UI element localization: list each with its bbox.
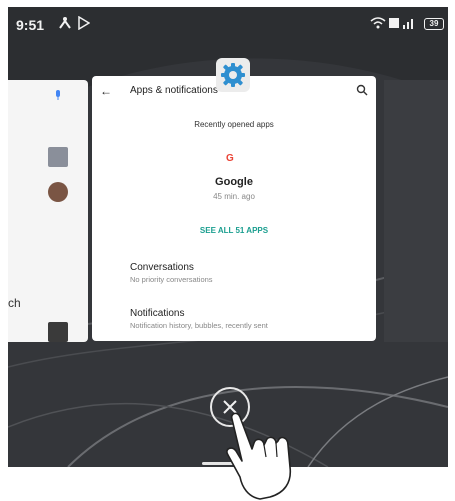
recent-app-card-settings[interactable]: ← Apps & notifications Recently opened a… xyxy=(92,76,376,341)
recent-app-time: 45 min. ago xyxy=(213,192,255,201)
back-arrow-icon[interactable]: ← xyxy=(100,84,112,98)
partial-text: ch xyxy=(8,296,21,310)
signal-icon xyxy=(403,19,413,29)
usb-debug-icon xyxy=(59,17,71,29)
recents-screen: 9:51 39 ch ← Apps & notifications Recent… xyxy=(8,7,448,467)
setting-title: Notifications xyxy=(130,308,185,319)
sim-icon xyxy=(389,18,399,28)
settings-app-icon[interactable] xyxy=(216,58,250,92)
mic-icon xyxy=(56,90,60,100)
conversations-setting[interactable]: Conversations No priority conversations xyxy=(130,262,360,284)
tap-hand-icon xyxy=(226,412,292,500)
setting-subtitle: Notification history, bubbles, recently … xyxy=(130,321,268,330)
status-time: 9:51 xyxy=(16,17,45,33)
setting-title: Conversations xyxy=(130,262,194,273)
recent-app-name[interactable]: Google xyxy=(92,176,376,188)
battery-icon: 39 xyxy=(424,18,444,30)
recent-apps-heading: Recently opened apps xyxy=(194,120,274,129)
status-bar: 9:51 39 xyxy=(8,7,448,41)
recent-app-card-previous[interactable]: ch xyxy=(8,80,88,342)
wifi-icon xyxy=(370,17,386,29)
gear-icon xyxy=(221,63,245,87)
contact-thumbnail xyxy=(48,182,68,202)
setting-subtitle: No priority conversations xyxy=(130,275,213,284)
google-app-icon[interactable]: G xyxy=(226,153,234,164)
see-all-apps-button[interactable]: SEE ALL 51 APPS xyxy=(92,226,376,235)
contact-thumbnail xyxy=(48,147,68,167)
play-store-icon xyxy=(78,16,90,30)
contact-thumbnail xyxy=(48,322,68,342)
recent-app-card-next[interactable] xyxy=(384,80,448,342)
notifications-setting[interactable]: Notifications Notification history, bubb… xyxy=(130,308,360,330)
search-icon[interactable] xyxy=(356,84,368,96)
